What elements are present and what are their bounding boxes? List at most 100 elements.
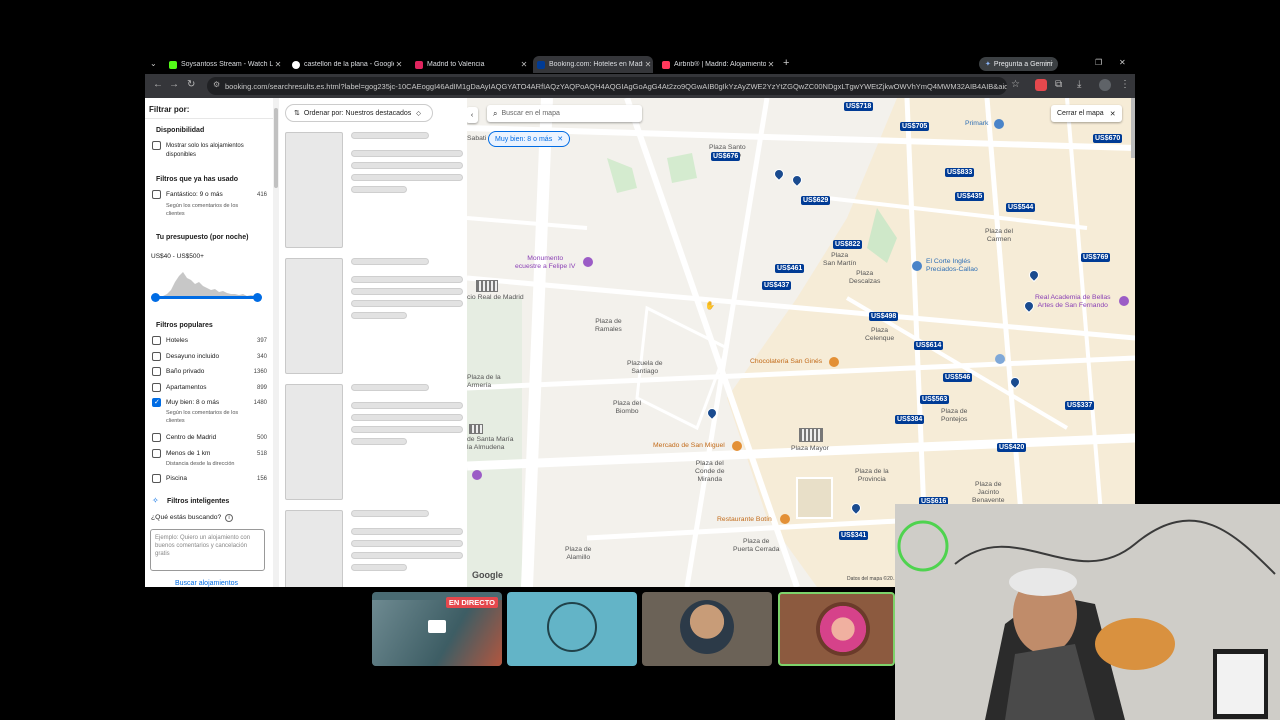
chip-close-icon[interactable]: ✕ (557, 135, 563, 143)
used-filter-label[interactable]: Fantástico: 9 o más (166, 191, 223, 198)
price-marker[interactable]: US$341 (839, 531, 869, 540)
restaurant-icon[interactable] (780, 514, 790, 524)
budget-min-handle[interactable] (151, 293, 160, 302)
smart-search-textarea[interactable]: Ejemplo: Quiero un alojamiento con bueno… (150, 529, 265, 571)
scrollbar-thumb[interactable] (274, 108, 278, 188)
label-monumento: Monumento ecuestre a Felipe IV (515, 255, 576, 270)
availability-checkbox[interactable] (152, 141, 161, 150)
close-tab-icon[interactable]: ✕ (766, 60, 776, 69)
profile-avatar[interactable] (1099, 79, 1111, 91)
tab-search-icon[interactable]: ⌄ (150, 59, 157, 68)
price-marker[interactable]: US$420 (997, 443, 1027, 452)
budget-max-handle[interactable] (253, 293, 262, 302)
popular-filter-label[interactable]: Hoteles (166, 337, 188, 344)
downloads-icon[interactable]: ⤓ (1077, 79, 1081, 90)
monument-icon[interactable] (472, 470, 482, 480)
popular-filter-checkbox[interactable] (152, 433, 161, 442)
shopping-icon[interactable] (994, 119, 1004, 129)
used-filter-checkbox[interactable] (152, 190, 161, 199)
popular-filter-label[interactable]: Menos de 1 km (166, 450, 210, 457)
popular-filter-checkbox[interactable] (152, 367, 161, 376)
close-tab-icon[interactable]: ✕ (273, 60, 283, 69)
tab-kick[interactable]: Soysantoss Stream - Watch Liv… ✕ (165, 56, 283, 73)
budget-slider-track[interactable] (155, 296, 257, 299)
monument-icon[interactable] (583, 257, 593, 267)
availability-label[interactable]: Mostrar solo los alojamientos disponible… (166, 142, 264, 160)
price-marker[interactable]: US$614 (914, 341, 944, 350)
price-marker[interactable]: US$833 (945, 168, 975, 177)
price-marker[interactable]: US$461 (775, 264, 805, 273)
price-marker[interactable]: US$546 (943, 373, 973, 382)
extensions-puzzle-icon[interactable]: ⧉ (1055, 79, 1062, 90)
price-marker[interactable]: US$670 (1093, 134, 1123, 143)
reload-icon[interactable]: ↻ (187, 79, 195, 90)
popular-filter-checkbox[interactable] (152, 398, 161, 407)
smart-search-button[interactable]: Buscar alojamientos (175, 580, 238, 587)
screen-share-thumbnail[interactable]: EN DIRECTO (372, 592, 502, 666)
maximize-button[interactable]: ❐ (1095, 58, 1102, 67)
close-tab-icon[interactable]: ✕ (519, 60, 529, 69)
popular-filter-count: 500 (256, 435, 267, 441)
extension-icon[interactable] (1035, 79, 1047, 91)
price-marker[interactable]: US$705 (900, 122, 930, 131)
price-marker[interactable]: US$629 (801, 196, 831, 205)
active-filter-chip[interactable]: Muy bien: 8 o más ✕ (488, 131, 571, 147)
label-corte-ingles: El Corte Inglés Preciados-Callao (926, 258, 978, 273)
close-tab-icon[interactable]: ✕ (394, 60, 404, 69)
url-input[interactable]: ⚙ booking.com/searchresults.es.html?labe… (207, 77, 1007, 95)
tab-booking[interactable]: Booking.com: Hoteles en Madr… ✕ (533, 56, 653, 73)
price-marker[interactable]: US$435 (955, 192, 985, 201)
popular-filter-label[interactable]: Muy bien: 8 o más (166, 399, 219, 406)
popular-filter-label[interactable]: Centro de Madrid (166, 434, 216, 441)
price-marker[interactable]: US$769 (1081, 253, 1111, 262)
popular-filter-checkbox[interactable] (152, 382, 161, 392)
price-marker[interactable]: US$676 (711, 152, 741, 161)
popular-filter-label[interactable]: Piscina (166, 475, 187, 482)
price-marker[interactable]: US$384 (895, 415, 925, 424)
price-marker[interactable]: US$822 (833, 240, 863, 249)
tab-label: castellon de la plana - Google… (304, 61, 394, 68)
skeleton-line (351, 402, 463, 409)
popular-filter-label[interactable]: Apartamentos (166, 384, 206, 391)
participant-thumbnail[interactable] (507, 592, 637, 666)
hotel-icon[interactable] (995, 354, 1005, 364)
museum-icon[interactable] (1119, 296, 1129, 306)
tab-madrid-valencia[interactable]: Madrid to Valencia ✕ (411, 56, 529, 73)
shopping-icon[interactable] (912, 261, 922, 271)
popular-filter-checkbox[interactable] (152, 336, 161, 345)
tab-google[interactable]: castellon de la plana - Google… ✕ (288, 56, 404, 73)
close-tab-icon[interactable]: ✕ (643, 60, 653, 69)
forward-icon[interactable]: → (169, 79, 179, 90)
price-marker[interactable]: US$544 (1006, 203, 1036, 212)
close-map-button[interactable]: Cerrar el mapa ✕ (1051, 105, 1122, 122)
cafe-icon[interactable] (829, 357, 839, 367)
bookmark-star-icon[interactable]: ☆ (1011, 79, 1020, 90)
sort-button[interactable]: ⇅ Ordenar por: Nuestros destacados ◇ (285, 104, 433, 122)
price-marker[interactable]: US$498 (869, 312, 899, 321)
minimize-button[interactable]: — (1045, 58, 1053, 67)
site-info-icon[interactable]: ⚙ (213, 80, 220, 89)
market-icon[interactable] (732, 441, 742, 451)
results-list: ⇅ Ordenar por: Nuestros destacados ◇ (279, 98, 467, 587)
price-marker[interactable]: US$718 (844, 102, 874, 111)
close-window-button[interactable]: ✕ (1119, 58, 1126, 67)
back-icon[interactable]: ← (153, 79, 163, 90)
popular-filter-checkbox[interactable] (152, 473, 161, 483)
menu-kebab-icon[interactable]: ⋮ (1120, 79, 1130, 90)
popular-filter-checkbox[interactable] (152, 351, 161, 361)
popular-filter-label[interactable]: Desayuno incluido (166, 353, 219, 360)
price-marker[interactable]: US$337 (1065, 401, 1095, 410)
map-scrollbar[interactable] (1131, 98, 1135, 158)
tab-airbnb[interactable]: Airbnb® | Madrid: Alojamiento… ✕ (658, 56, 776, 73)
popular-filter-checkbox[interactable] (152, 448, 161, 458)
price-marker[interactable]: US$563 (920, 395, 950, 404)
map-search-input[interactable]: ⌕ Buscar en el mapa (487, 105, 642, 122)
new-tab-button[interactable]: + (783, 57, 789, 69)
info-icon[interactable]: i (225, 514, 233, 522)
popular-filter-count: 899 (256, 384, 267, 391)
price-marker[interactable]: US$437 (762, 281, 792, 290)
collapse-list-button[interactable]: ‹ (467, 107, 478, 123)
participant-thumbnail-speaking[interactable] (778, 592, 895, 666)
popular-filter-label[interactable]: Baño privado (166, 368, 204, 375)
participant-thumbnail[interactable] (642, 592, 772, 666)
